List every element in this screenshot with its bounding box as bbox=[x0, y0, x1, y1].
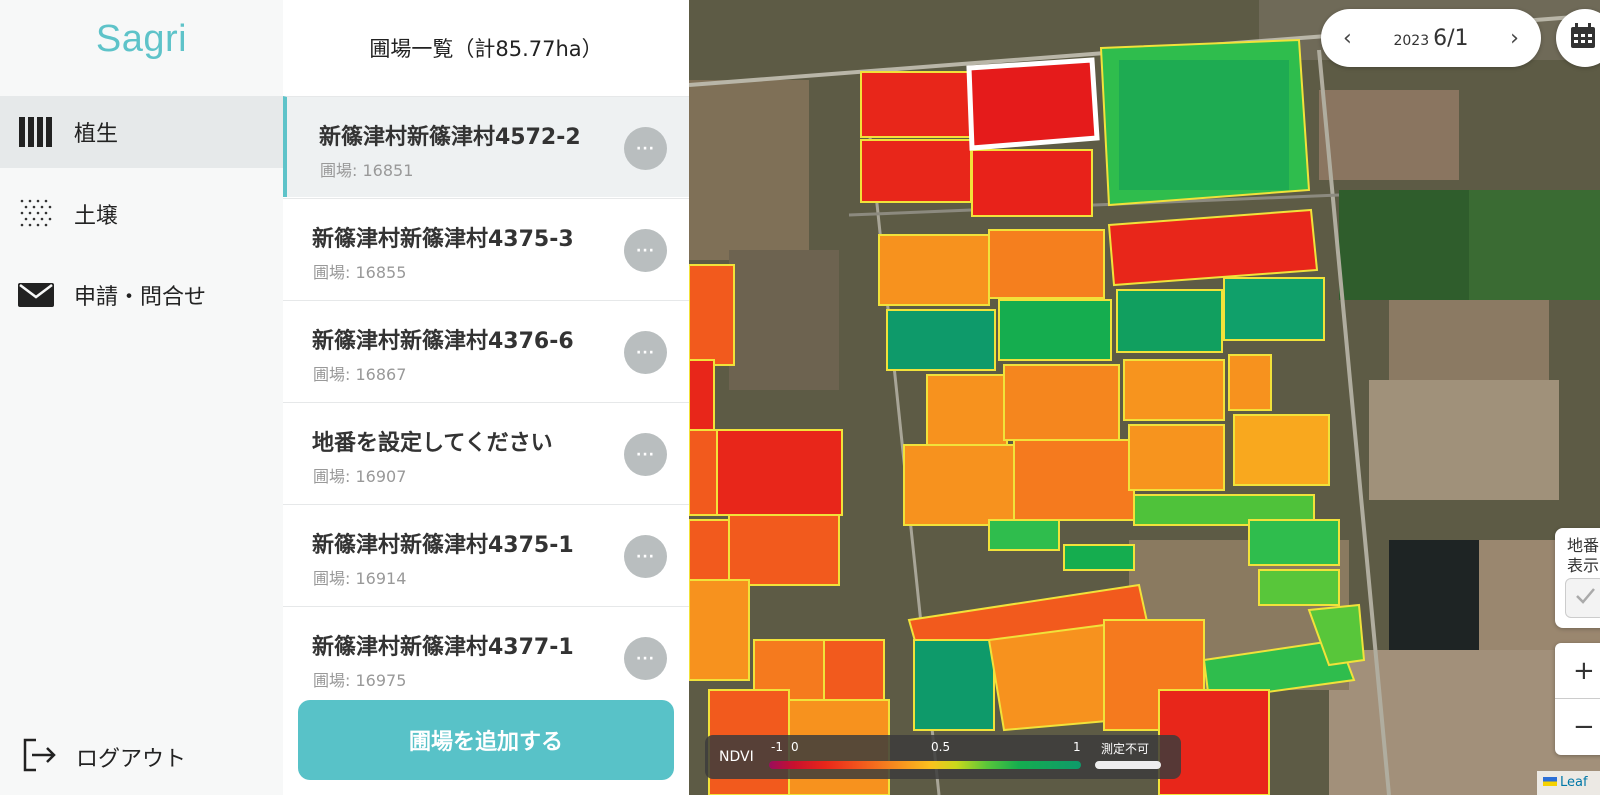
field-id: 圃場: 16851 bbox=[320, 161, 414, 180]
legend-na-label: 測定不可 bbox=[1101, 742, 1150, 756]
flag-icon bbox=[1543, 777, 1557, 786]
map-attribution[interactable]: Leaf bbox=[1537, 771, 1600, 795]
zoom-control: + − bbox=[1555, 643, 1600, 755]
panel-title: 圃場一覧（計85.77ha） bbox=[369, 37, 603, 61]
chiban-label-2: 表示 bbox=[1567, 556, 1600, 575]
field-name: 地番を設定してください bbox=[312, 431, 553, 456]
list-item[interactable]: 新篠津村新篠津村4375-1 圃場: 16914 ··· bbox=[283, 504, 689, 605]
ndvi-map[interactable]: ‹ 2023 6/1 › 地番 表示 + − NDVI -1 0 0.5 1 測… bbox=[689, 0, 1600, 795]
ndvi-legend: NDVI -1 0 0.5 1 測定不可 bbox=[705, 735, 1181, 779]
legend-tick: -1 bbox=[771, 740, 783, 754]
check-icon bbox=[1574, 585, 1596, 612]
legend-tick: 0 bbox=[791, 740, 799, 754]
chiban-checkbox[interactable] bbox=[1565, 578, 1600, 618]
date-selector: ‹ 2023 6/1 › bbox=[1321, 9, 1541, 67]
sidebar: Sagri 植生 土壌 申請・問合せ ログアウト bbox=[0, 0, 283, 795]
zoom-out-button[interactable]: − bbox=[1555, 699, 1600, 755]
attribution-text: Leaf bbox=[1560, 775, 1588, 790]
field-name: 新篠津村新篠津村4572-2 bbox=[319, 125, 581, 150]
list-item[interactable]: 新篠津村新篠津村4572-2 圃場: 16851 ··· bbox=[283, 96, 689, 197]
zoom-in-button[interactable]: + bbox=[1555, 643, 1600, 699]
field-name: 新篠津村新篠津村4376-6 bbox=[312, 329, 574, 354]
chiban-display-toggle: 地番 表示 bbox=[1555, 528, 1600, 628]
sidebar-item-label: 植生 bbox=[74, 122, 119, 147]
date-year: 2023 bbox=[1393, 32, 1430, 49]
app-logo: Sagri bbox=[95, 18, 188, 60]
list-item[interactable]: 地番を設定してください 圃場: 16907 ··· bbox=[283, 402, 689, 503]
field-name: 新篠津村新篠津村4377-1 bbox=[312, 635, 574, 660]
field-id: 圃場: 16907 bbox=[313, 467, 407, 486]
sidebar-item-label: 土壌 bbox=[74, 204, 119, 229]
sidebar-item-soil[interactable]: 土壌 bbox=[0, 178, 283, 250]
map-imagery bbox=[689, 0, 1600, 795]
field-name: 新篠津村新篠津村4375-1 bbox=[312, 533, 574, 558]
field-id: 圃場: 16867 bbox=[313, 365, 407, 384]
legend-tick: 0.5 bbox=[931, 740, 951, 754]
more-options-button[interactable]: ··· bbox=[624, 229, 667, 272]
logout-icon bbox=[22, 738, 58, 776]
date-display: 2023 6/1 bbox=[1393, 26, 1468, 51]
more-options-button[interactable]: ··· bbox=[624, 535, 667, 578]
add-field-button[interactable]: 圃場を追加する bbox=[298, 700, 674, 780]
chevron-left-icon[interactable]: ‹ bbox=[1343, 26, 1352, 51]
field-id: 圃場: 16914 bbox=[313, 569, 407, 588]
soil-icon bbox=[18, 196, 54, 232]
legend-color-bar bbox=[769, 761, 1081, 769]
more-options-button[interactable]: ··· bbox=[624, 433, 667, 476]
field-id: 圃場: 16855 bbox=[313, 263, 407, 282]
more-options-button[interactable]: ··· bbox=[624, 637, 667, 680]
legend-na-swatch bbox=[1095, 761, 1161, 769]
date-month-day: 6/1 bbox=[1433, 25, 1469, 51]
more-options-button[interactable]: ··· bbox=[624, 127, 667, 170]
list-item[interactable]: 新篠津村新篠津村4375-3 圃場: 16855 ··· bbox=[283, 198, 689, 299]
sidebar-item-vegetation[interactable]: 植生 bbox=[0, 96, 283, 168]
field-name: 新篠津村新篠津村4375-3 bbox=[312, 227, 574, 252]
field-list-panel: 圃場一覧（計85.77ha） 新篠津村新篠津村4572-2 圃場: 16851 … bbox=[283, 0, 689, 795]
field-id: 圃場: 16975 bbox=[313, 671, 407, 690]
chevron-right-icon[interactable]: › bbox=[1510, 26, 1519, 51]
logout-label: ログアウト bbox=[76, 747, 187, 772]
calendar-icon bbox=[1570, 23, 1596, 53]
list-item[interactable]: 新篠津村新篠津村4377-1 圃場: 16975 ··· bbox=[283, 606, 689, 707]
mail-icon bbox=[18, 277, 54, 313]
vegetation-icon bbox=[18, 114, 54, 150]
chiban-label-1: 地番 bbox=[1567, 536, 1600, 555]
logout-button[interactable]: ログアウト bbox=[22, 738, 186, 776]
legend-label: NDVI bbox=[719, 749, 754, 765]
list-item[interactable]: 新篠津村新篠津村4376-6 圃場: 16867 ··· bbox=[283, 300, 689, 401]
legend-tick: 1 bbox=[1073, 740, 1081, 754]
sidebar-item-label: 申請・問合せ bbox=[74, 285, 207, 310]
more-options-button[interactable]: ··· bbox=[624, 331, 667, 374]
sidebar-item-contact[interactable]: 申請・問合せ bbox=[0, 259, 283, 331]
